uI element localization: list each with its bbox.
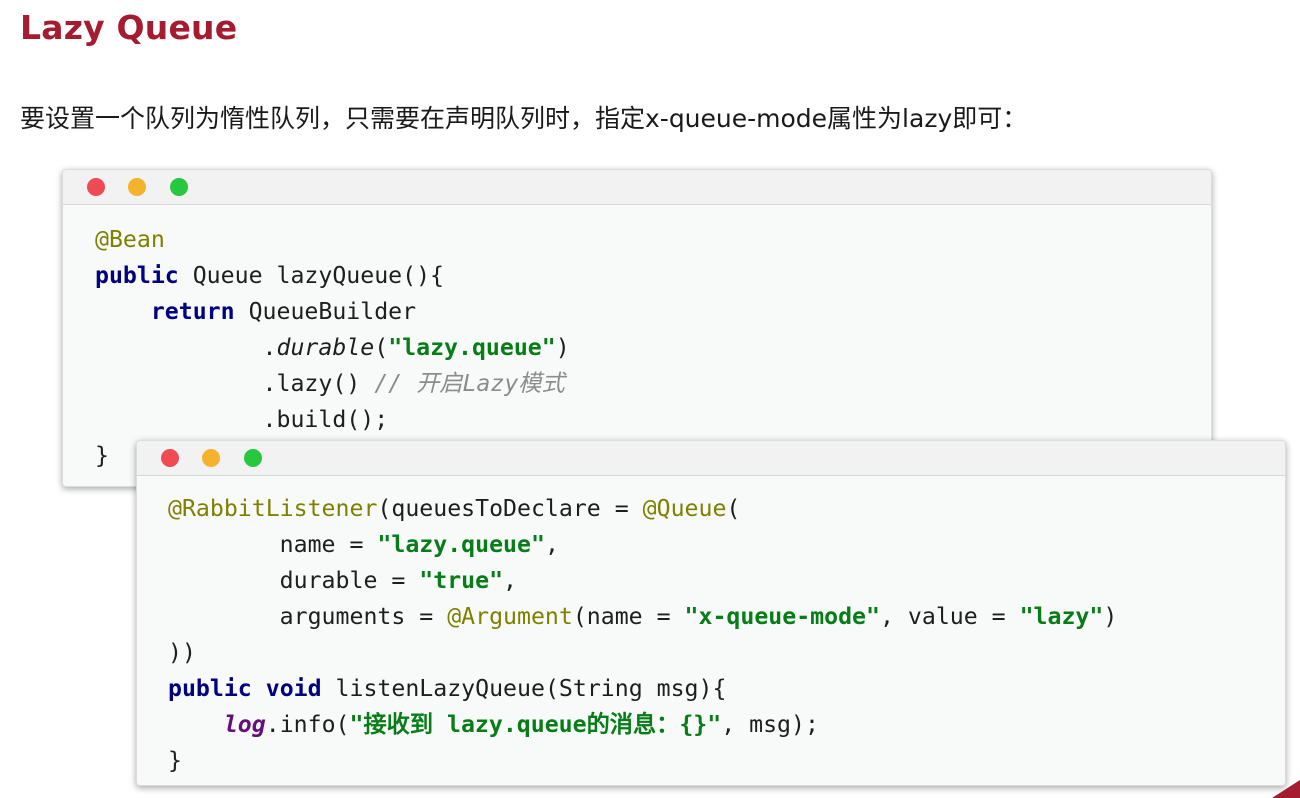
code-line: @RabbitListener(queuesToDeclare = @Queue… bbox=[168, 491, 1285, 527]
code-token: @RabbitListener bbox=[168, 495, 378, 522]
code-token: .info( bbox=[265, 711, 350, 738]
code-token: "true" bbox=[419, 567, 504, 594]
code-window-listener-declaration: @RabbitListener(queuesToDeclare = @Queue… bbox=[136, 440, 1286, 786]
code-token: @Bean bbox=[95, 226, 165, 253]
code-block: @Bean public Queue lazyQueue(){ return Qu… bbox=[63, 205, 1211, 474]
code-line: return QueueBuilder bbox=[95, 294, 1211, 330]
window-titlebar bbox=[63, 170, 1211, 205]
code-token: durable bbox=[276, 334, 375, 361]
code-line: @Bean bbox=[95, 222, 1211, 258]
code-token: )) bbox=[168, 639, 196, 666]
code-token: } bbox=[168, 747, 182, 774]
code-token: "lazy.queue" bbox=[388, 334, 556, 361]
window-titlebar bbox=[137, 441, 1285, 476]
code-token: } bbox=[95, 442, 109, 469]
code-token: .build(); bbox=[95, 406, 389, 433]
code-line: .lazy() // 开启Lazy模式 bbox=[95, 366, 1211, 402]
code-token: , msg); bbox=[721, 711, 819, 738]
close-dot-icon bbox=[161, 449, 179, 467]
code-token: , bbox=[503, 567, 518, 594]
code-token: Queue lazyQueue(){ bbox=[178, 262, 445, 289]
code-token: return bbox=[150, 298, 235, 325]
close-dot-icon bbox=[87, 178, 105, 196]
code-line: public Queue lazyQueue(){ bbox=[95, 258, 1211, 294]
code-token: ( bbox=[374, 334, 389, 361]
code-token: . bbox=[95, 334, 277, 361]
code-token: @Queue bbox=[642, 495, 727, 522]
code-token: listenLazyQueue(String msg){ bbox=[321, 675, 727, 702]
code-token: ) bbox=[1103, 603, 1118, 630]
code-token: ) bbox=[555, 334, 570, 361]
code-token: // 开启Lazy模式 bbox=[374, 370, 565, 397]
code-block: @RabbitListener(queuesToDeclare = @Queue… bbox=[137, 476, 1285, 779]
code-line: durable = "true", bbox=[168, 563, 1285, 599]
code-token: (queuesToDeclare = bbox=[377, 495, 643, 522]
code-token: .lazy() bbox=[95, 370, 375, 397]
code-line: .durable("lazy.queue") bbox=[95, 330, 1211, 366]
code-token: arguments = bbox=[168, 603, 448, 630]
code-token: "x-queue-mode" bbox=[684, 603, 880, 630]
intro-text: 要设置一个队列为惰性队列，只需要在声明队列时，指定x-queue-mode属性为… bbox=[20, 104, 1028, 133]
code-line: name = "lazy.queue", bbox=[168, 527, 1285, 563]
code-token: durable = bbox=[168, 567, 420, 594]
code-token: public bbox=[95, 262, 179, 289]
page-title: Lazy Queue bbox=[20, 8, 238, 47]
maximize-dot-icon bbox=[244, 449, 262, 467]
minimize-dot-icon bbox=[202, 449, 220, 467]
maximize-dot-icon bbox=[170, 178, 188, 196]
code-token: public bbox=[168, 675, 252, 702]
code-token: , value = bbox=[879, 603, 1020, 630]
code-token: void bbox=[265, 675, 322, 702]
minimize-dot-icon bbox=[128, 178, 146, 196]
code-token: "接收到 lazy.queue的消息：{}" bbox=[349, 711, 722, 738]
code-line: .build(); bbox=[95, 402, 1211, 438]
code-token: @Argument bbox=[447, 603, 573, 630]
code-line: public void listenLazyQueue(String msg){ bbox=[168, 671, 1285, 707]
code-token: (name = bbox=[572, 603, 685, 630]
code-line: )) bbox=[168, 635, 1285, 671]
code-line: arguments = @Argument(name = "x-queue-mo… bbox=[168, 599, 1285, 635]
code-token: "lazy" bbox=[1019, 603, 1104, 630]
code-token: log bbox=[223, 711, 266, 738]
code-token: ( bbox=[726, 495, 741, 522]
corner-decoration bbox=[1272, 780, 1300, 798]
code-token: QueueBuilder bbox=[234, 298, 417, 325]
code-token: , bbox=[544, 531, 559, 558]
code-token: "lazy.queue" bbox=[377, 531, 545, 558]
code-token: name = bbox=[168, 531, 378, 558]
code-line: } bbox=[168, 743, 1285, 779]
code-line: log.info("接收到 lazy.queue的消息：{}", msg); bbox=[168, 707, 1285, 743]
